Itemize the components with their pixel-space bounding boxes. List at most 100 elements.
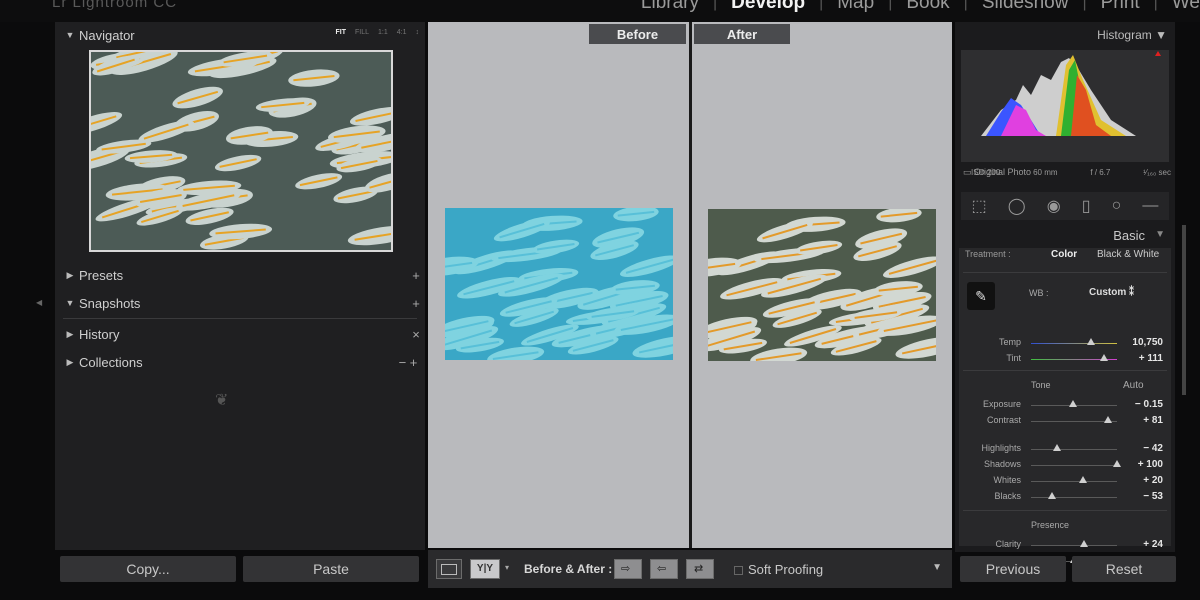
zoom-fit[interactable]: FIT (336, 29, 347, 36)
module-library[interactable]: Library (641, 0, 699, 14)
slider-shadows[interactable]: Shadows + 100 (959, 458, 1171, 472)
slider-thumb[interactable] (1047, 492, 1056, 499)
slider-blacks[interactable]: Blacks − 53 (959, 490, 1171, 504)
slider-track[interactable] (1031, 343, 1117, 344)
collections-header[interactable]: ▶ Collections − + (55, 349, 425, 375)
slider-value[interactable]: − 53 (1143, 491, 1163, 502)
module-book[interactable]: Book (906, 0, 949, 14)
slider-value[interactable]: − 0.15 (1135, 399, 1163, 410)
auto-tone-button[interactable]: Auto (1123, 380, 1144, 391)
module-slideshow[interactable]: Slideshow (982, 0, 1069, 14)
slider-value[interactable]: + 111 (1139, 353, 1163, 364)
module-map[interactable]: Map (837, 0, 874, 14)
add-snapshot-button[interactable]: + (407, 296, 425, 311)
loupe-icon (441, 564, 457, 575)
slider-track[interactable] (1031, 481, 1117, 482)
slider-value[interactable]: + 24 (1143, 539, 1163, 550)
slider-contrast[interactable]: Contrast + 81 (959, 414, 1171, 428)
spot-removal-icon[interactable]: ◯ (1008, 196, 1026, 216)
loupe-view-button[interactable] (436, 559, 462, 579)
slider-thumb[interactable] (1069, 400, 1078, 407)
paste-button[interactable]: Paste (243, 556, 419, 582)
slider-thumb[interactable] (1087, 338, 1096, 345)
slider-value[interactable]: + 81 (1143, 415, 1163, 426)
soft-proofing-label: Soft Proofing (748, 562, 824, 577)
treatment-bw-option[interactable]: Black & White (1097, 249, 1159, 260)
wb-eyedropper-icon[interactable]: ✎ (967, 282, 995, 310)
before-image[interactable] (445, 208, 673, 360)
slider-clarity[interactable]: Clarity + 24 (959, 538, 1171, 552)
slider-tint[interactable]: Tint + 111 (959, 352, 1171, 366)
original-photo-label[interactable]: ▭ Original Photo (963, 167, 1031, 178)
slider-value[interactable]: + 20 (1143, 475, 1163, 486)
slider-thumb[interactable] (1080, 540, 1089, 547)
snapshots-header[interactable]: ▼ Snapshots + (55, 290, 425, 316)
slider-track[interactable] (1031, 449, 1117, 450)
slider-thumb[interactable] (1100, 354, 1109, 361)
collapse-left-icon[interactable]: ◀ (36, 298, 42, 307)
dropdown-arrow-icon[interactable]: ▾ (505, 563, 509, 572)
copy-before-to-after-button[interactable]: ⇨ (614, 559, 642, 579)
wb-label: WB : (1029, 288, 1049, 298)
copy-button[interactable]: Copy... (60, 556, 236, 582)
module-develop[interactable]: Develop (731, 0, 805, 14)
graduated-filter-icon[interactable]: ▯ (1082, 196, 1091, 216)
focal-length-value: 60 mm (1033, 168, 1058, 177)
slider-track[interactable] (1031, 465, 1117, 466)
fish-after-image (708, 209, 936, 361)
histogram-title[interactable]: Histogram ▼ (1097, 28, 1167, 42)
navigator-preview[interactable] (89, 50, 393, 252)
bottom-toolbar: Y|Y ▾ Before & After : ⇨ ⇦ ⇄ Soft Proofi… (428, 550, 952, 588)
before-label: Before (589, 24, 686, 44)
slider-value[interactable]: 10,750 (1132, 337, 1163, 348)
presets-header[interactable]: ▶ Presets + (55, 262, 425, 288)
right-panel-scrollbar[interactable] (1182, 225, 1186, 395)
swap-before-after-button[interactable]: ⇄ (686, 559, 714, 579)
crop-tool-icon[interactable]: ⬚ (972, 196, 987, 216)
slider-thumb[interactable] (1104, 416, 1113, 423)
add-preset-button[interactable]: + (407, 268, 425, 283)
copy-after-to-before-button[interactable]: ⇦ (650, 559, 678, 579)
right-panel: Histogram ▼ ISO 200 60 mm f / 6.7 ¹⁄₁₆₀ … (955, 22, 1175, 566)
adjustment-brush-icon[interactable]: — (1142, 197, 1158, 215)
treatment-color-option[interactable]: Color (1051, 249, 1077, 260)
module-web[interactable]: We (1172, 0, 1200, 14)
basic-panel-title[interactable]: Basic (1113, 228, 1145, 243)
slider-track[interactable] (1031, 545, 1117, 546)
expand-triangle-icon: ▶ (66, 356, 74, 367)
left-panel: ▼ Navigator FIT FILL 1:1 4:1 ↕ ▶ Presets… (55, 22, 425, 550)
zoom-1-1[interactable]: 1:1 (378, 29, 388, 36)
slider-highlights[interactable]: Highlights − 42 (959, 442, 1171, 456)
slider-thumb[interactable] (1078, 476, 1087, 483)
before-after-mode-button[interactable]: Y|Y (470, 559, 500, 579)
slider-thumb[interactable] (1113, 460, 1121, 467)
history-header[interactable]: ▶ History × (55, 321, 425, 347)
red-eye-icon[interactable]: ◉ (1047, 196, 1061, 216)
slider-thumb[interactable] (1052, 444, 1061, 451)
app-logo: Lr Lightroom CC (52, 0, 178, 11)
clear-history-button[interactable]: × (407, 327, 425, 342)
previous-button[interactable]: Previous (960, 556, 1066, 582)
basic-panel: Treatment : Color Black & White ✎ WB : C… (959, 248, 1171, 566)
zoom-fill[interactable]: FILL (355, 29, 369, 36)
soft-proofing-checkbox[interactable] (734, 566, 743, 575)
slider-whites[interactable]: Whites + 20 (959, 474, 1171, 488)
after-image[interactable] (708, 209, 936, 361)
zoom-4-1[interactable]: 4:1 (397, 29, 407, 36)
expand-triangle-icon: ▶ (66, 269, 74, 280)
toolbar-menu-icon[interactable]: ▼ (932, 562, 942, 573)
zoom-menu[interactable]: ↕ (416, 29, 420, 36)
slider-value[interactable]: + 100 (1138, 459, 1163, 470)
radial-filter-icon[interactable]: ○ (1112, 197, 1122, 215)
slider-exposure[interactable]: Exposure − 0.15 (959, 398, 1171, 412)
module-print[interactable]: Print (1101, 0, 1140, 14)
collections-actions[interactable]: − + (391, 355, 425, 370)
slider-temp[interactable]: Temp 10,750 (959, 336, 1171, 350)
reset-button[interactable]: Reset (1072, 556, 1176, 582)
histogram-graph (981, 51, 1161, 136)
wb-select[interactable]: Custom ⁑ (1089, 287, 1134, 298)
slider-track[interactable] (1031, 497, 1117, 498)
collapse-triangle-icon[interactable]: ▼ (1155, 229, 1165, 240)
slider-value[interactable]: − 42 (1143, 443, 1163, 454)
histogram[interactable]: ISO 200 60 mm f / 6.7 ¹⁄₁₆₀ sec (961, 50, 1171, 177)
